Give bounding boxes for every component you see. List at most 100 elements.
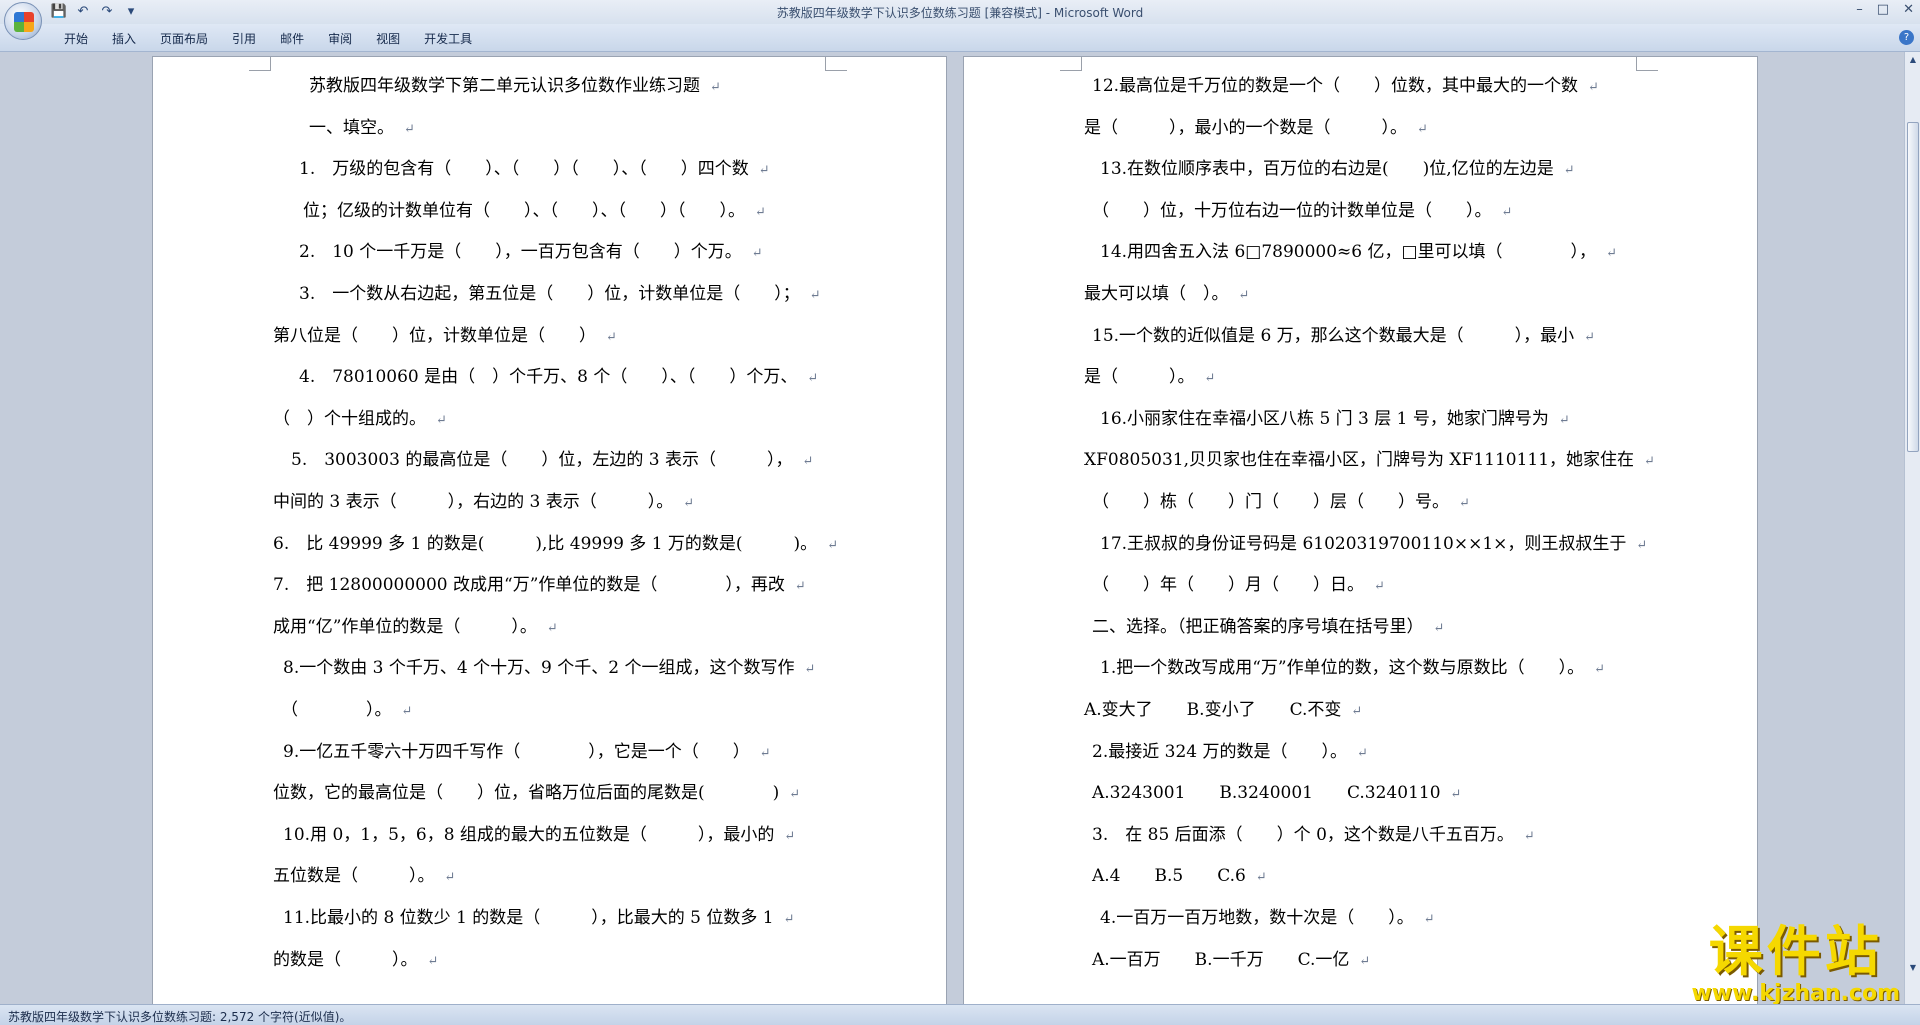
document-line-text: 4.一百万一百万地数，数十次是（ ）。 [1100, 908, 1414, 928]
document-line: 16.小丽家住在幸福小区八栋 5 门 3 层 1 号，她家门牌号为 ↵ [1100, 404, 1570, 429]
maximize-icon[interactable]: □ [1877, 2, 1889, 17]
document-line: 12.最高位是千万位的数是一个（ ）位数，其中最大的一个数 ↵ [1092, 71, 1599, 96]
document-line-text: 3. 在 85 后面添（ ）个 0，这个数是八千五百万。 [1092, 824, 1514, 845]
document-line: 13.在数位顺序表中，百万位的右边是( )位,亿位的左边是 ↵ [1100, 154, 1575, 179]
document-page-left[interactable]: 苏教版四年级数学下第二单元认识多位数作业练习题 ↵ 一、填空。 ↵ 1. 万级的包含有（… [152, 56, 947, 1004]
document-line-text: 10.用 0，1，5，6，8 组成的最大的五位数是（ ），最小的 [283, 824, 775, 845]
help-icon[interactable]: ? [1899, 30, 1914, 45]
document-line-text: 16.小丽家住在幸福小区八栋 5 门 3 层 1 号，她家门牌号为 [1100, 408, 1549, 429]
document-line-text: 11.比最小的 8 位数少 1 的数是（ ），比最大的 5 位数多 1 [283, 908, 774, 928]
document-line: 5. 3003003 的最高位是（ ）位，左边的 3 表示（ ）， ↵ [291, 445, 813, 470]
document-line-text: A.一百万 B.一千万 C.一亿 [1092, 949, 1350, 970]
scroll-thumb[interactable] [1907, 122, 1919, 452]
watermark: 课件站 www.kjzhan.com [1691, 922, 1900, 1006]
document-line: A.3243001 B.3240001 C.3240110 ↵ [1092, 778, 1461, 803]
tab-mailings[interactable]: 邮件 [268, 29, 316, 48]
document-line-text: 第八位是（ ）位，计数单位是（ ） [273, 325, 596, 346]
paragraph-mark-icon: ↵ [710, 80, 721, 95]
crop-mark [249, 57, 271, 71]
document-line-text: A.变大了 B.变小了 C.不变 [1084, 700, 1342, 720]
document-page-right[interactable]: 12.最高位是千万位的数是一个（ ）位数，其中最大的一个数 ↵ 是（ ），最小的一个… [963, 56, 1758, 1004]
vertical-scrollbar[interactable]: ▲ ▼ [1904, 52, 1920, 1004]
document-line-text: 12.最高位是千万位的数是一个（ ）位数，其中最大的一个数 [1092, 76, 1579, 96]
document-line: 五位数是（ ）。 ↵ [273, 861, 455, 886]
document-line-text: 1. 万级的包含有（ ）、（ ）（ ）、（ ）四个数 [299, 159, 749, 180]
paragraph-mark-icon: ↵ [804, 662, 816, 678]
document-line-text: A.4 B.5 C.6 [1092, 866, 1246, 887]
document-line: 6. 比 49999 多 1 的数是( ),比 49999 多 1 万的数是( … [273, 529, 838, 554]
paragraph-mark-icon: ↵ [401, 704, 413, 719]
crop-mark [1636, 57, 1658, 71]
minimize-icon[interactable]: – [1856, 2, 1863, 17]
paragraph-mark-icon: ↵ [784, 828, 796, 844]
document-line-text: （ ）。 [281, 700, 392, 720]
paragraph-mark-icon: ↵ [1563, 163, 1575, 179]
paragraph-mark-icon: ↵ [1433, 620, 1445, 636]
document-line: 17.王叔叔的身份证号码是 61020319700110××1×，则王叔叔生于 ↵ [1100, 529, 1647, 554]
paragraph-mark-icon: ↵ [751, 246, 763, 262]
tab-view[interactable]: 视图 [364, 29, 412, 48]
paragraph-mark-icon: ↵ [1459, 496, 1470, 511]
document-line-text: 14.用四舍五入法 6□7890000≈6 亿，□里可以填（ ）， [1100, 242, 1597, 263]
document-line-text: 15.一个数的近似值是 6 万，那么这个数最大是（ ），最小 [1092, 325, 1575, 346]
document-line-text: 成用“亿”作单位的数是（ ）。 [273, 616, 537, 637]
paragraph-mark-icon: ↵ [606, 329, 617, 345]
document-line: （ ）位，十万位右边一位的计数单位是（ ）。 ↵ [1092, 196, 1512, 221]
paragraph-mark-icon: ↵ [809, 288, 821, 303]
paragraph-mark-icon: ↵ [1584, 329, 1596, 345]
paragraph-mark-icon: ↵ [444, 870, 456, 886]
status-text: 苏教版四年级数学下认识多位数练习题: 2,572 个字符(近似值)。 [8, 1010, 352, 1024]
document-line: 2. 10 个一千万是（ ），一百万包含有（ ）个万。 ↵ [299, 237, 763, 262]
document-line-text: 五位数是（ ）。 [273, 866, 435, 887]
document-line-text: A.3243001 B.3240001 C.3240110 [1092, 783, 1441, 804]
tab-references[interactable]: 引用 [220, 29, 268, 48]
document-line: 10.用 0，1，5，6，8 组成的最大的五位数是（ ），最小的 ↵ [283, 820, 795, 845]
paragraph-mark-icon: ↵ [1374, 579, 1385, 595]
document-line-text: 二、选择。（把正确答案的序号填在括号里） [1092, 616, 1424, 637]
document-line-text: 最大可以填（ ）。 [1084, 284, 1229, 304]
document-line-text: 是（ ）。 [1084, 367, 1195, 388]
document-line: 位数，它的最高位是（ ）位，省略万位后面的尾数是( ) ↵ [273, 778, 800, 803]
scroll-down-icon[interactable]: ▼ [1907, 962, 1919, 974]
document-line-text: 4. 78010060 是由（ ）个千万、8 个（ ）、（ ）个万、 [299, 367, 798, 388]
ribbon-tabs: 开始 插入 页面布局 引用 邮件 审阅 视图 开发工具 [52, 29, 484, 48]
ribbon: 开始 插入 页面布局 引用 邮件 审阅 视图 开发工具 ? [0, 24, 1920, 52]
paragraph-mark-icon: ↵ [1204, 371, 1216, 387]
document-area: 苏教版四年级数学下第二单元认识多位数作业练习题 ↵ 一、填空。 ↵ 1. 万级的包含有（… [0, 52, 1904, 1004]
paragraph-mark-icon: ↵ [1351, 704, 1363, 719]
document-line-text: 9.一亿五千零六十万四千写作（ ），它是一个（ ） [283, 741, 750, 762]
document-line: A.一百万 B.一千万 C.一亿 ↵ [1092, 945, 1370, 970]
scroll-up-icon[interactable]: ▲ [1907, 54, 1919, 66]
document-line-text: 中间的 3 表示（ ），右边的 3 表示（ ）。 [273, 492, 674, 512]
paragraph-mark-icon: ↵ [783, 912, 795, 927]
tab-home[interactable]: 开始 [52, 29, 100, 48]
paragraph-mark-icon: ↵ [758, 163, 770, 179]
close-icon[interactable]: ✕ [1903, 2, 1914, 17]
document-line-text: 2. 10 个一千万是（ ），一百万包含有（ ）个万。 [299, 242, 742, 263]
document-line: 第八位是（ ）位，计数单位是（ ） ↵ [273, 321, 617, 346]
paragraph-mark-icon: ↵ [1356, 745, 1368, 761]
paragraph-mark-icon: ↵ [1594, 662, 1606, 678]
paragraph-mark-icon: ↵ [1450, 787, 1462, 803]
document-line: 15.一个数的近似值是 6 万，那么这个数最大是（ ），最小 ↵ [1092, 321, 1595, 346]
document-line: 7. 把 12800000000 改成用“万”作单位的数是（ ），再改 ↵ [273, 570, 806, 595]
document-line: 3. 在 85 后面添（ ）个 0，这个数是八千五百万。 ↵ [1092, 820, 1535, 845]
watermark-url: www.kjzhan.com [1691, 981, 1900, 1006]
title-bar: 💾 ↶ ↷ ▾ 苏教版四年级数学下认识多位数练习题 [兼容模式] - Micro… [0, 0, 1920, 40]
document-line-text: 位；亿级的计数单位有（ ）、（ ）、（ ）（ ）。 [303, 200, 745, 221]
document-line-text: 13.在数位顺序表中，百万位的右边是( )位,亿位的左边是 [1100, 159, 1554, 180]
paragraph-mark-icon: ↵ [1423, 912, 1435, 927]
document-line: （ ）栋（ ）门（ ）层（ ）号。 ↵ [1092, 487, 1470, 512]
paragraph-mark-icon: ↵ [759, 745, 771, 761]
paragraph-mark-icon: ↵ [1501, 204, 1513, 220]
tab-review[interactable]: 审阅 [316, 29, 364, 48]
tab-developer[interactable]: 开发工具 [412, 29, 484, 48]
paragraph-mark-icon: ↵ [1588, 80, 1599, 95]
document-line-text: 是（ ），最小的一个数是（ ）。 [1084, 117, 1407, 138]
document-line: （ ）年（ ）月（ ）日。 ↵ [1092, 570, 1385, 595]
document-line-text: 位数，它的最高位是（ ）位，省略万位后面的尾数是( ) [273, 783, 780, 804]
tab-page-layout[interactable]: 页面布局 [148, 29, 220, 48]
paragraph-mark-icon: ↵ [1606, 246, 1617, 262]
tab-insert[interactable]: 插入 [100, 29, 148, 48]
office-button[interactable] [4, 2, 42, 40]
